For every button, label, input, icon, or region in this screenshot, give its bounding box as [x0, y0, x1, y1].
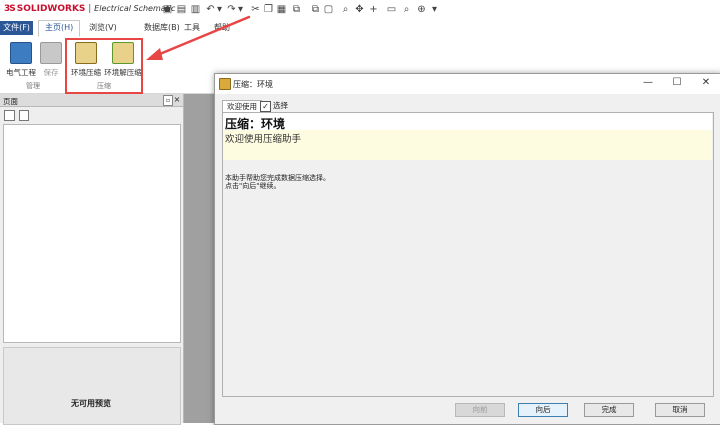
- tab-select-label: 选择: [273, 101, 288, 110]
- next-button[interactable]: 向后: [518, 403, 568, 417]
- tab-help[interactable]: 帮助: [208, 21, 236, 35]
- tab-home[interactable]: 主页(H): [38, 20, 81, 37]
- close-icon[interactable]: ×: [173, 95, 181, 104]
- save-label: 保存: [43, 68, 59, 77]
- logo-separator: |: [85, 4, 95, 14]
- dialog-subheading: 欢迎使用压缩助手: [225, 134, 302, 145]
- annotation-highlight-box: [65, 38, 143, 94]
- window-close-button[interactable]: ✕: [699, 77, 713, 89]
- save-icon[interactable]: ▤: [176, 4, 187, 15]
- dialog-title: 压缩：环境: [233, 80, 273, 89]
- duplicate-icon[interactable]: ⧉: [291, 4, 302, 15]
- save-button[interactable]: 保存: [40, 42, 62, 78]
- app-logo: 3S SOLIDWORKS | Electrical Schematic: [4, 4, 175, 14]
- electrical-project-label: 电气工程: [6, 68, 36, 77]
- ds-logo-mark: 3S: [4, 4, 16, 14]
- lock-icon[interactable]: ⊕: [416, 4, 427, 15]
- cancel-button[interactable]: 取消: [655, 403, 705, 417]
- window-icon[interactable]: ▭: [386, 4, 397, 15]
- finish-button[interactable]: 完成: [584, 403, 634, 417]
- redo-dropdown-icon[interactable]: ▾: [235, 4, 246, 15]
- pages-tree[interactable]: [3, 124, 181, 343]
- zoom-in-icon[interactable]: +: [368, 4, 379, 15]
- tab-file[interactable]: 文件(F): [0, 21, 33, 35]
- tab-browse[interactable]: 浏览(V): [83, 21, 123, 35]
- pin-icon[interactable]: ▫: [163, 95, 173, 106]
- archive-app-icon: [219, 78, 231, 90]
- copy-icon[interactable]: ❐: [263, 4, 274, 15]
- toolbar-options-icon[interactable]: ▾: [429, 4, 440, 15]
- heading-banner: [223, 113, 712, 130]
- tab-select[interactable]: ✓ 选择: [260, 100, 288, 112]
- cut-icon[interactable]: ✂: [250, 4, 261, 15]
- pages-panel-title: 页面: [3, 97, 18, 106]
- select-checkbox[interactable]: ✓: [260, 100, 271, 112]
- pan-icon[interactable]: ✥: [354, 4, 365, 15]
- brand-name: SOLIDWORKS: [16, 4, 86, 14]
- paste-format-icon[interactable]: ▢: [323, 4, 334, 15]
- project-icon: [10, 42, 32, 64]
- group-label-manage: 管理: [26, 82, 40, 90]
- tab-tools[interactable]: 工具: [178, 21, 206, 35]
- page-icon[interactable]: [19, 110, 29, 121]
- new-file-icon[interactable]: ▣: [162, 4, 173, 15]
- preview-area: [3, 347, 181, 425]
- no-preview-label: 无可用预览: [71, 399, 111, 408]
- copy-format-icon[interactable]: ⧉: [310, 4, 321, 15]
- minimize-button[interactable]: —: [641, 77, 655, 89]
- save-disk-icon: [40, 42, 62, 64]
- zoom-icon[interactable]: ⌕: [340, 4, 351, 15]
- folder-icon[interactable]: [4, 110, 15, 121]
- back-button[interactable]: 向前: [455, 403, 505, 417]
- dialog-description-line2: 点击"向后"继续。: [225, 182, 281, 190]
- electrical-project-button[interactable]: 电气工程: [4, 42, 38, 78]
- maximize-button[interactable]: ☐: [670, 77, 684, 89]
- paste-icon[interactable]: ▦: [276, 4, 287, 15]
- print-icon[interactable]: ▥: [190, 4, 201, 15]
- undo-dropdown-icon[interactable]: ▾: [214, 4, 225, 15]
- search-icon[interactable]: ⌕: [401, 4, 412, 15]
- pages-panel-header: [0, 94, 183, 107]
